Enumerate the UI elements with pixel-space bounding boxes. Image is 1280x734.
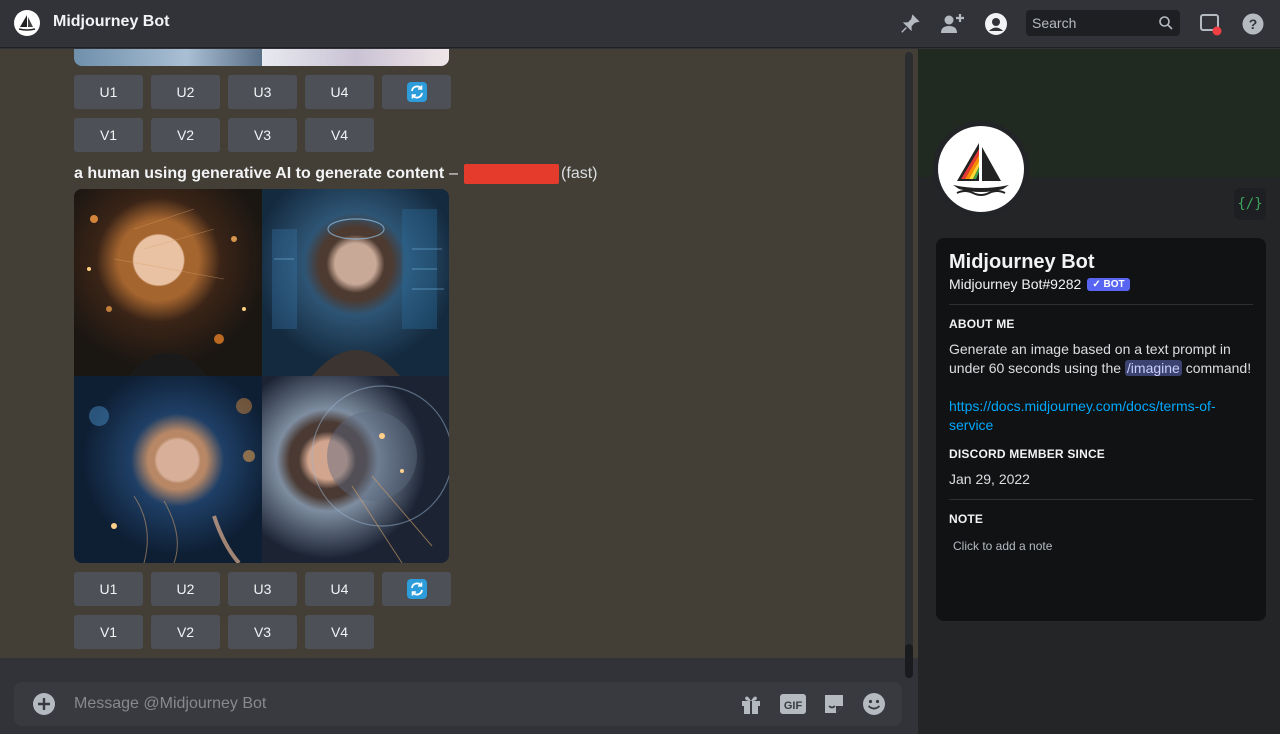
upscale-2-button[interactable]: U2 <box>151 572 220 606</box>
upscale-4-button[interactable]: U4 <box>305 75 374 109</box>
svg-text:GIF: GIF <box>784 700 803 712</box>
message-input[interactable]: Message @Midjourney Bot <box>74 695 266 713</box>
profile-name: Midjourney Bot <box>949 251 1095 273</box>
generated-image-4[interactable] <box>262 376 449 563</box>
divider <box>949 499 1253 500</box>
code-badge-icon[interactable]: {/} <box>1234 188 1266 220</box>
variation-4-button[interactable]: V4 <box>305 118 374 152</box>
upscale-3-button[interactable]: U3 <box>228 75 297 109</box>
message-composer[interactable]: Message @Midjourney Bot GIF <box>14 682 902 726</box>
profile-avatar[interactable] <box>933 121 1029 217</box>
scrollbar-thumb[interactable] <box>905 644 913 678</box>
svg-text:?: ? <box>1249 16 1258 32</box>
gift-icon[interactable] <box>739 692 763 716</box>
variation-1-button[interactable]: V1 <box>74 615 143 649</box>
profile-card: Midjourney Bot Midjourney Bot#9282 ✓ BOT… <box>936 238 1266 621</box>
variation-2-button[interactable]: V2 <box>151 615 220 649</box>
help-icon[interactable]: ? <box>1240 11 1266 37</box>
bot-avatar-small[interactable] <box>14 10 40 36</box>
generated-image-1[interactable] <box>74 189 262 376</box>
profile-tag: Midjourney Bot#9282 <box>949 276 1082 292</box>
prompt-text: a human using generative AI to generate … <box>74 165 445 182</box>
gif-icon[interactable]: GIF <box>779 692 807 716</box>
emoji-icon[interactable] <box>862 692 886 716</box>
note-input[interactable]: Click to add a note <box>949 539 1253 553</box>
upscale-1-button[interactable]: U1 <box>74 75 143 109</box>
divider <box>949 304 1253 305</box>
redacted-username <box>464 164 560 184</box>
channel-title: Midjourney Bot <box>53 13 170 30</box>
generated-image-grid[interactable] <box>74 189 449 563</box>
variation-3-button[interactable]: V3 <box>228 615 297 649</box>
previous-image-left <box>74 49 262 66</box>
member-since-date: Jan 29, 2022 <box>949 471 1030 487</box>
midjourney-sailboat-logo-icon <box>953 143 1009 196</box>
about-me-heading: ABOUT ME <box>949 317 1015 331</box>
search-icon <box>1159 16 1173 30</box>
variation-1-button[interactable]: V1 <box>74 118 143 152</box>
scrollbar-track[interactable] <box>905 52 913 678</box>
upscale-4-button[interactable]: U4 <box>305 572 374 606</box>
plus-icon[interactable] <box>32 692 56 716</box>
generated-image-2[interactable] <box>262 189 449 376</box>
prompt-separator: – <box>449 165 459 182</box>
refresh-icon <box>406 82 427 102</box>
add-member-icon[interactable] <box>940 11 966 37</box>
generated-image-3[interactable] <box>74 376 262 563</box>
imagine-command[interactable]: /imagine <box>1124 360 1182 376</box>
upscale-1-button[interactable]: U1 <box>74 572 143 606</box>
profile-icon[interactable] <box>983 11 1009 37</box>
reroll-button[interactable] <box>382 572 451 606</box>
variation-2-button[interactable]: V2 <box>151 118 220 152</box>
prompt-line: a human using generative AI to generate … <box>74 164 598 184</box>
search-box[interactable]: Search <box>1026 10 1180 36</box>
speed-label: (fast) <box>561 165 598 182</box>
inbox-icon[interactable] <box>1197 11 1223 37</box>
pin-icon[interactable] <box>897 11 923 37</box>
member-since-heading: DISCORD MEMBER SINCE <box>949 447 1106 461</box>
previous-image-grid[interactable] <box>74 49 449 66</box>
note-heading: NOTE <box>949 512 984 526</box>
about-me-text: Generate an image based on a text prompt… <box>949 340 1253 378</box>
upscale-3-button[interactable]: U3 <box>228 572 297 606</box>
variation-4-button[interactable]: V4 <box>305 615 374 649</box>
reroll-button[interactable] <box>382 75 451 109</box>
search-placeholder: Search <box>1032 15 1077 31</box>
sticker-icon[interactable] <box>822 692 846 716</box>
variation-3-button[interactable]: V3 <box>228 118 297 152</box>
sailboat-logo-icon <box>18 15 36 31</box>
refresh-icon <box>406 579 427 599</box>
bot-badge: ✓ BOT <box>1087 277 1130 291</box>
upscale-2-button[interactable]: U2 <box>151 75 220 109</box>
about-text-2: command! <box>1185 360 1252 376</box>
top-bar: Midjourney Bot Search ? <box>0 0 1280 48</box>
previous-image-right <box>262 49 449 66</box>
terms-of-service-link[interactable]: https://docs.midjourney.com/docs/terms-o… <box>949 397 1253 435</box>
